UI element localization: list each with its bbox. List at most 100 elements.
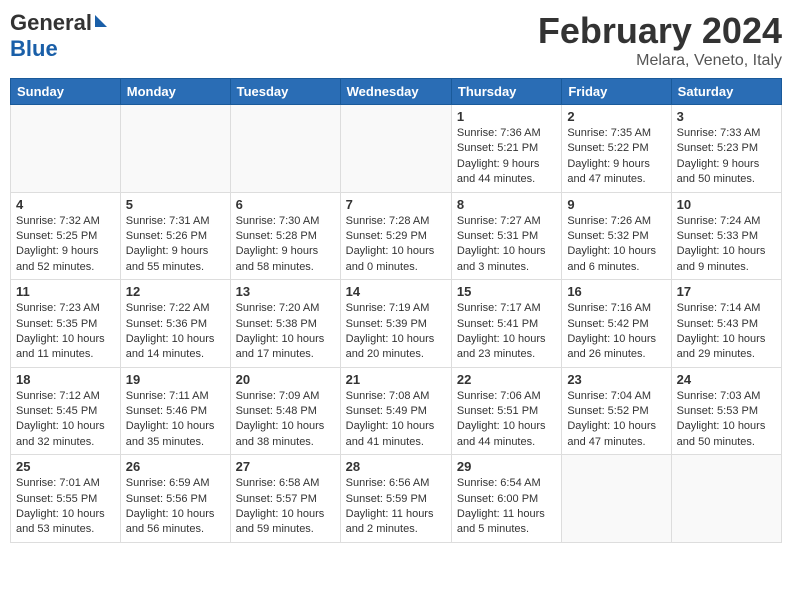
calendar-cell: 11 Sunrise: 7:23 AM Sunset: 5:35 PM Dayli… bbox=[11, 280, 121, 368]
day-detail: Sunrise: 7:28 AM Sunset: 5:29 PM Dayligh… bbox=[346, 214, 446, 276]
day-number: 13 bbox=[236, 284, 335, 299]
day-detail: Sunrise: 7:11 AM Sunset: 5:46 PM Dayligh… bbox=[126, 389, 225, 451]
calendar-week-row: 25 Sunrise: 7:01 AM Sunset: 5:55 PM Dayli… bbox=[11, 455, 782, 543]
day-detail: Sunrise: 7:16 AM Sunset: 5:42 PM Dayligh… bbox=[567, 301, 665, 363]
day-number: 15 bbox=[457, 284, 556, 299]
day-detail: Sunrise: 6:59 AM Sunset: 5:56 PM Dayligh… bbox=[126, 476, 225, 538]
calendar-table: SundayMondayTuesdayWednesdayThursdayFrid… bbox=[10, 78, 782, 543]
weekday-header-saturday: Saturday bbox=[671, 79, 781, 105]
weekday-header-friday: Friday bbox=[562, 79, 671, 105]
day-number: 10 bbox=[677, 197, 776, 212]
calendar-week-row: 4Sunrise: 7:32 AM Sunset: 5:25 PM Daylig… bbox=[11, 192, 782, 280]
day-detail: Sunrise: 7:01 AM Sunset: 5:55 PM Dayligh… bbox=[16, 476, 115, 538]
day-detail: Sunrise: 7:33 AM Sunset: 5:23 PM Dayligh… bbox=[677, 126, 776, 188]
day-detail: Sunrise: 7:17 AM Sunset: 5:41 PM Dayligh… bbox=[457, 301, 556, 363]
calendar-cell: 21 Sunrise: 7:08 AM Sunset: 5:49 PM Dayli… bbox=[340, 367, 451, 455]
calendar-cell: 18Sunrise: 7:12 AM Sunset: 5:45 PM Dayli… bbox=[11, 367, 121, 455]
day-detail: Sunrise: 6:56 AM Sunset: 5:59 PM Dayligh… bbox=[346, 476, 446, 538]
logo-blue-text: Blue bbox=[10, 36, 58, 62]
day-number: 11 bbox=[16, 284, 115, 299]
calendar-cell: 4Sunrise: 7:32 AM Sunset: 5:25 PM Daylig… bbox=[11, 192, 121, 280]
calendar-cell: 14Sunrise: 7:19 AM Sunset: 5:39 PM Dayli… bbox=[340, 280, 451, 368]
weekday-header-row: SundayMondayTuesdayWednesdayThursdayFrid… bbox=[11, 79, 782, 105]
day-detail: Sunrise: 7:19 AM Sunset: 5:39 PM Dayligh… bbox=[346, 301, 446, 363]
day-detail: Sunrise: 7:09 AM Sunset: 5:48 PM Dayligh… bbox=[236, 389, 335, 451]
calendar-cell: 15 Sunrise: 7:17 AM Sunset: 5:41 PM Dayli… bbox=[451, 280, 561, 368]
day-detail: Sunrise: 7:36 AM Sunset: 5:21 PM Dayligh… bbox=[457, 126, 556, 188]
calendar-cell: 19 Sunrise: 7:11 AM Sunset: 5:46 PM Dayli… bbox=[120, 367, 230, 455]
day-number: 18 bbox=[16, 372, 115, 387]
weekday-header-sunday: Sunday bbox=[11, 79, 121, 105]
calendar-cell bbox=[120, 105, 230, 193]
calendar-cell: 5 Sunrise: 7:31 AM Sunset: 5:26 PM Daylig… bbox=[120, 192, 230, 280]
day-number: 28 bbox=[346, 459, 446, 474]
day-number: 16 bbox=[567, 284, 665, 299]
day-detail: Sunrise: 7:31 AM Sunset: 5:26 PM Dayligh… bbox=[126, 214, 225, 276]
calendar-title: February 2024 bbox=[538, 10, 782, 52]
calendar-cell: 7 Sunrise: 7:28 AM Sunset: 5:29 PM Daylig… bbox=[340, 192, 451, 280]
day-number: 24 bbox=[677, 372, 776, 387]
day-number: 29 bbox=[457, 459, 556, 474]
weekday-header-thursday: Thursday bbox=[451, 79, 561, 105]
day-number: 6 bbox=[236, 197, 335, 212]
calendar-cell: 3 Sunrise: 7:33 AM Sunset: 5:23 PM Daylig… bbox=[671, 105, 781, 193]
calendar-week-row: 1 Sunrise: 7:36 AM Sunset: 5:21 PM Daylig… bbox=[11, 105, 782, 193]
weekday-header-monday: Monday bbox=[120, 79, 230, 105]
calendar-week-row: 11 Sunrise: 7:23 AM Sunset: 5:35 PM Dayli… bbox=[11, 280, 782, 368]
day-number: 12 bbox=[126, 284, 225, 299]
calendar-cell: 23Sunrise: 7:04 AM Sunset: 5:52 PM Dayli… bbox=[562, 367, 671, 455]
weekday-header-wednesday: Wednesday bbox=[340, 79, 451, 105]
day-detail: Sunrise: 7:20 AM Sunset: 5:38 PM Dayligh… bbox=[236, 301, 335, 363]
day-detail: Sunrise: 7:23 AM Sunset: 5:35 PM Dayligh… bbox=[16, 301, 115, 363]
day-detail: Sunrise: 7:26 AM Sunset: 5:32 PM Dayligh… bbox=[567, 214, 665, 276]
day-number: 19 bbox=[126, 372, 225, 387]
calendar-cell: 25 Sunrise: 7:01 AM Sunset: 5:55 PM Dayli… bbox=[11, 455, 121, 543]
calendar-cell: 10Sunrise: 7:24 AM Sunset: 5:33 PM Dayli… bbox=[671, 192, 781, 280]
calendar-cell bbox=[562, 455, 671, 543]
calendar-cell bbox=[340, 105, 451, 193]
day-number: 25 bbox=[16, 459, 115, 474]
logo-general-text: General bbox=[10, 10, 92, 36]
calendar-cell: 26 Sunrise: 6:59 AM Sunset: 5:56 PM Dayli… bbox=[120, 455, 230, 543]
day-detail: Sunrise: 7:08 AM Sunset: 5:49 PM Dayligh… bbox=[346, 389, 446, 451]
day-detail: Sunrise: 6:58 AM Sunset: 5:57 PM Dayligh… bbox=[236, 476, 335, 538]
logo: General Blue bbox=[10, 10, 107, 62]
calendar-cell: 17Sunrise: 7:14 AM Sunset: 5:43 PM Dayli… bbox=[671, 280, 781, 368]
calendar-cell: 20 Sunrise: 7:09 AM Sunset: 5:48 PM Dayli… bbox=[230, 367, 340, 455]
day-number: 22 bbox=[457, 372, 556, 387]
day-detail: Sunrise: 7:35 AM Sunset: 5:22 PM Dayligh… bbox=[567, 126, 665, 188]
calendar-cell bbox=[11, 105, 121, 193]
calendar-cell: 8 Sunrise: 7:27 AM Sunset: 5:31 PM Daylig… bbox=[451, 192, 561, 280]
weekday-header-tuesday: Tuesday bbox=[230, 79, 340, 105]
day-detail: Sunrise: 6:54 AM Sunset: 6:00 PM Dayligh… bbox=[457, 476, 556, 538]
day-number: 20 bbox=[236, 372, 335, 387]
day-number: 26 bbox=[126, 459, 225, 474]
calendar-subtitle: Melara, Veneto, Italy bbox=[538, 52, 782, 70]
day-detail: Sunrise: 7:03 AM Sunset: 5:53 PM Dayligh… bbox=[677, 389, 776, 451]
day-number: 1 bbox=[457, 109, 556, 124]
day-number: 5 bbox=[126, 197, 225, 212]
day-number: 21 bbox=[346, 372, 446, 387]
calendar-cell: 9Sunrise: 7:26 AM Sunset: 5:32 PM Daylig… bbox=[562, 192, 671, 280]
calendar-cell: 13 Sunrise: 7:20 AM Sunset: 5:38 PM Dayli… bbox=[230, 280, 340, 368]
day-number: 23 bbox=[567, 372, 665, 387]
calendar-cell: 28 Sunrise: 6:56 AM Sunset: 5:59 PM Dayli… bbox=[340, 455, 451, 543]
calendar-cell: 1 Sunrise: 7:36 AM Sunset: 5:21 PM Daylig… bbox=[451, 105, 561, 193]
day-number: 27 bbox=[236, 459, 335, 474]
day-number: 4 bbox=[16, 197, 115, 212]
day-detail: Sunrise: 7:22 AM Sunset: 5:36 PM Dayligh… bbox=[126, 301, 225, 363]
calendar-cell: 24 Sunrise: 7:03 AM Sunset: 5:53 PM Dayli… bbox=[671, 367, 781, 455]
page-header: General Blue February 2024 Melara, Venet… bbox=[10, 10, 782, 70]
calendar-cell bbox=[230, 105, 340, 193]
day-detail: Sunrise: 7:27 AM Sunset: 5:31 PM Dayligh… bbox=[457, 214, 556, 276]
day-number: 3 bbox=[677, 109, 776, 124]
day-number: 2 bbox=[567, 109, 665, 124]
title-block: February 2024 Melara, Veneto, Italy bbox=[538, 10, 782, 70]
day-detail: Sunrise: 7:14 AM Sunset: 5:43 PM Dayligh… bbox=[677, 301, 776, 363]
calendar-cell: 29 Sunrise: 6:54 AM Sunset: 6:00 PM Dayli… bbox=[451, 455, 561, 543]
calendar-cell: 12 Sunrise: 7:22 AM Sunset: 5:36 PM Dayli… bbox=[120, 280, 230, 368]
calendar-cell: 16 Sunrise: 7:16 AM Sunset: 5:42 PM Dayli… bbox=[562, 280, 671, 368]
day-number: 7 bbox=[346, 197, 446, 212]
day-detail: Sunrise: 7:06 AM Sunset: 5:51 PM Dayligh… bbox=[457, 389, 556, 451]
day-number: 8 bbox=[457, 197, 556, 212]
